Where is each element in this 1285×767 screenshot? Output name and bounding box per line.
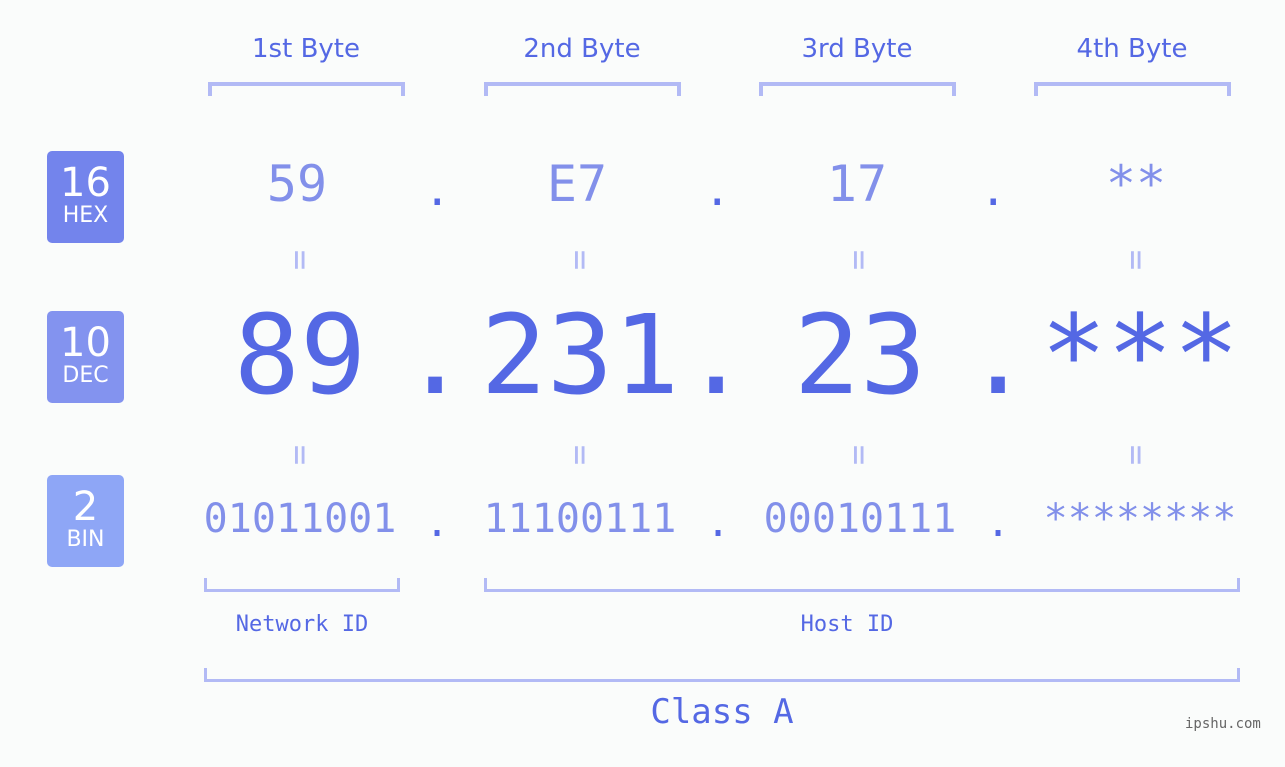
network-id-bracket	[204, 578, 400, 592]
equals-sign: =	[1116, 249, 1156, 271]
dec-dot-3: .	[965, 291, 1032, 419]
hex-byte-4: **	[1105, 155, 1167, 213]
hex-badge: 16 HEX	[47, 151, 124, 243]
class-bracket	[204, 668, 1240, 682]
dec-byte-3: 23	[793, 291, 927, 419]
hex-dot-1: .	[424, 165, 451, 216]
bin-base-label: BIN	[66, 527, 105, 552]
byte-header-1: 1st Byte	[252, 34, 360, 64]
hex-byte-1: 59	[266, 155, 328, 213]
equals-sign: =	[280, 444, 320, 466]
equals-sign: =	[1116, 444, 1156, 466]
hex-base-number: 16	[60, 160, 111, 206]
byte-bracket-2	[484, 82, 681, 96]
hex-dot-2: .	[704, 165, 731, 216]
hex-dot-3: .	[980, 165, 1007, 216]
bin-dot-3: .	[986, 500, 1011, 546]
equals-sign: =	[280, 249, 320, 271]
bin-byte-4: ********	[1043, 496, 1237, 542]
byte-header-3: 3rd Byte	[801, 34, 913, 64]
equals-sign: =	[560, 249, 600, 271]
hex-base-label: HEX	[62, 203, 109, 228]
bin-dot-2: .	[706, 500, 731, 546]
equals-sign: =	[560, 444, 600, 466]
hex-byte-2: E7	[546, 155, 608, 213]
bin-byte-3: 00010111	[763, 496, 957, 542]
byte-header-4: 4th Byte	[1076, 34, 1188, 64]
byte-bracket-4	[1034, 82, 1231, 96]
dec-byte-1: 89	[233, 291, 367, 419]
bin-badge: 2 BIN	[47, 475, 124, 567]
bin-base-number: 2	[72, 484, 99, 530]
host-id-label: Host ID	[800, 612, 894, 637]
equals-sign: =	[839, 249, 879, 271]
byte-header-2: 2nd Byte	[523, 34, 641, 64]
bin-byte-1: 01011001	[203, 496, 397, 542]
dec-badge: 10 DEC	[47, 311, 124, 403]
equals-sign: =	[839, 444, 879, 466]
dec-byte-4: ***	[1040, 291, 1240, 419]
byte-bracket-3	[759, 82, 956, 96]
bin-byte-2: 11100111	[483, 496, 677, 542]
hex-byte-3: 17	[826, 155, 888, 213]
dec-base-number: 10	[60, 320, 111, 366]
bin-dot-1: .	[425, 500, 450, 546]
byte-bracket-1	[208, 82, 405, 96]
dec-base-label: DEC	[62, 363, 109, 388]
dec-dot-1: .	[402, 291, 469, 419]
dec-byte-2: 231	[480, 291, 680, 419]
class-label: Class A	[650, 692, 794, 732]
dec-dot-2: .	[683, 291, 750, 419]
watermark: ipshu.com	[1185, 716, 1261, 732]
host-id-bracket	[484, 578, 1240, 592]
network-id-label: Network ID	[235, 612, 369, 637]
